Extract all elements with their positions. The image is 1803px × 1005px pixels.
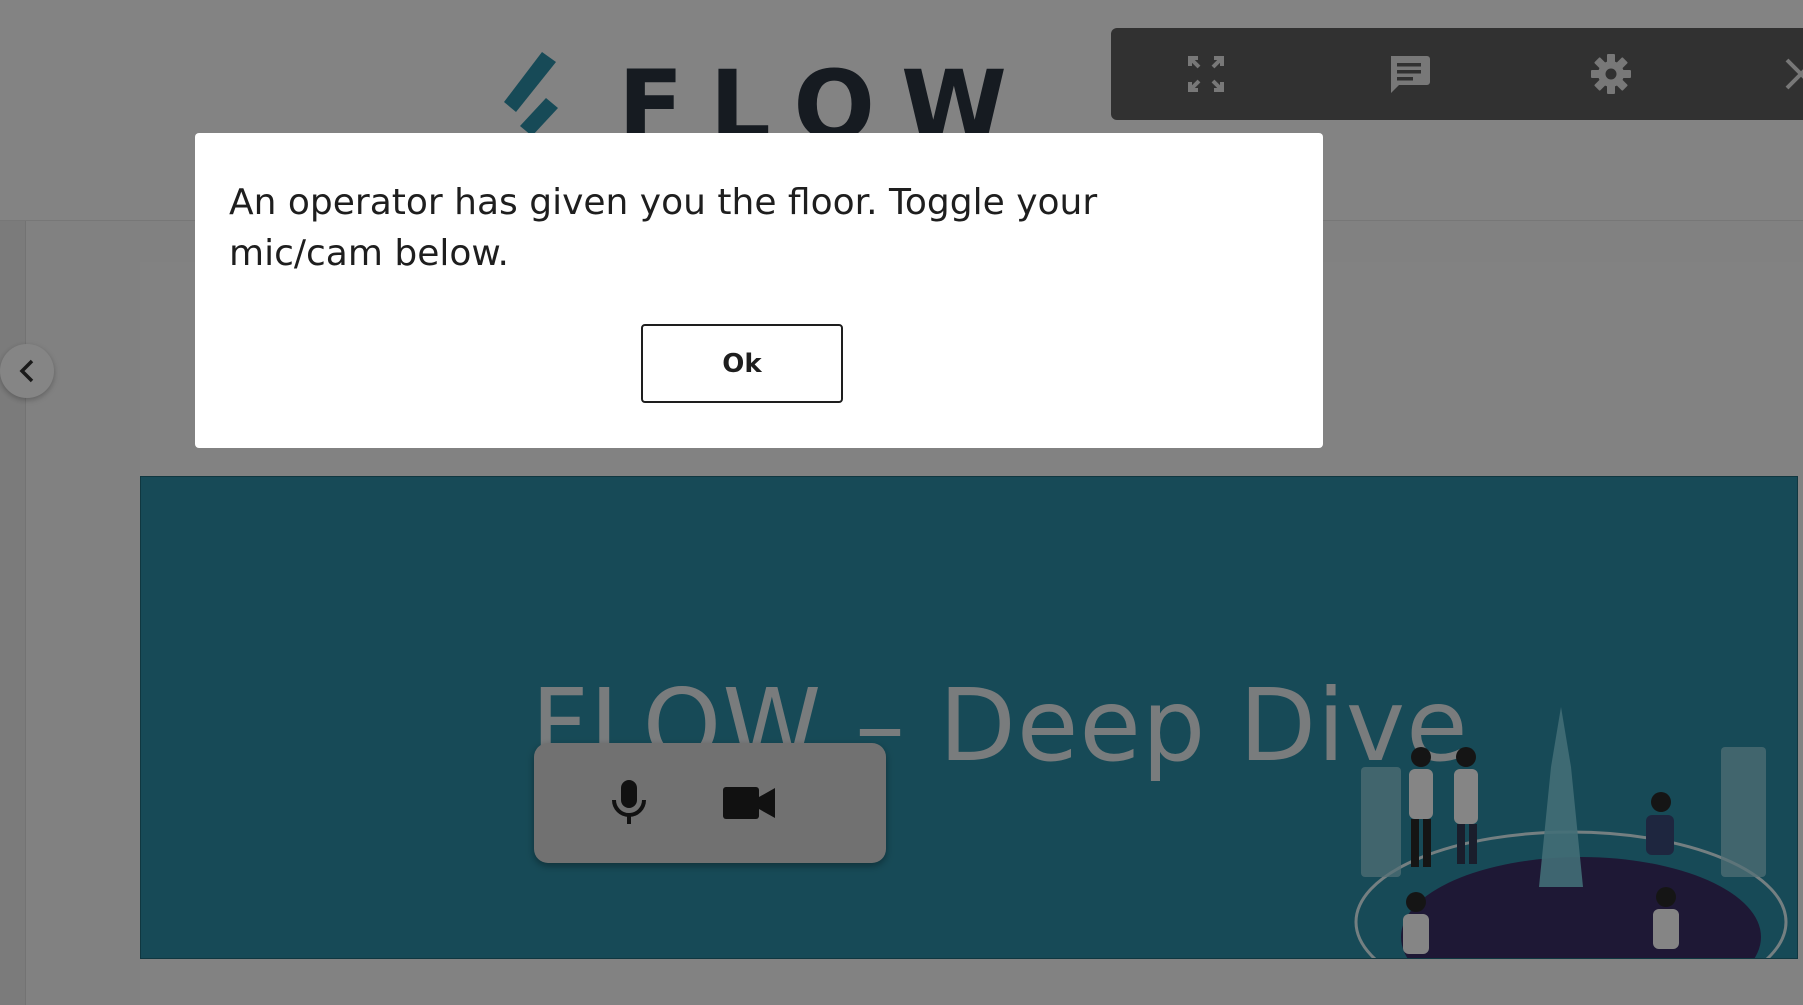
floor-notification-dialog: An operator has given you the floor. Tog… — [195, 133, 1323, 448]
ok-button[interactable]: Ok — [641, 324, 843, 403]
dialog-message: An operator has given you the floor. Tog… — [229, 182, 1098, 274]
